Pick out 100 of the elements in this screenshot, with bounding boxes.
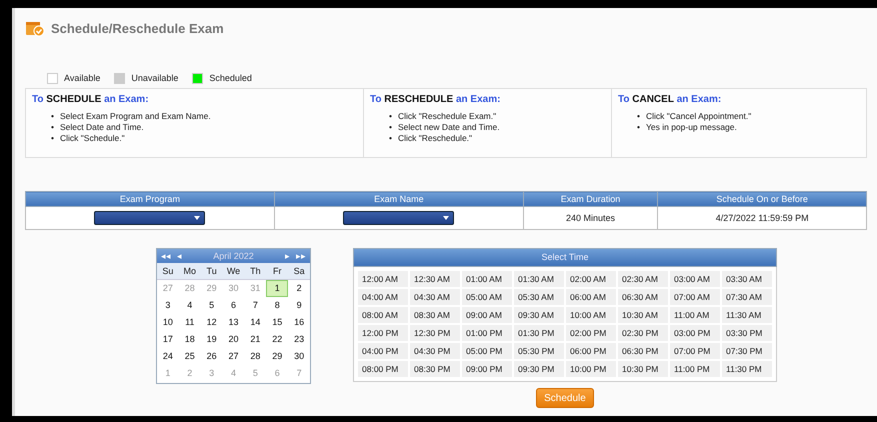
calendar-day[interactable]: 10 xyxy=(157,314,179,331)
calendar-day[interactable]: 27 xyxy=(222,348,244,365)
time-slot[interactable]: 08:00 PM xyxy=(358,361,408,377)
calendar-day[interactable]: 9 xyxy=(288,297,310,314)
time-slot[interactable]: 05:30 PM xyxy=(514,343,564,359)
bullet: • xyxy=(637,122,640,133)
calendar-day[interactable]: 4 xyxy=(178,297,201,314)
calendar-day[interactable]: 3 xyxy=(157,297,179,314)
time-slot[interactable]: 06:30 PM xyxy=(618,343,668,359)
time-slot[interactable]: 04:00 PM xyxy=(358,343,408,359)
calendar-day[interactable]: 2 xyxy=(288,280,310,297)
time-slot[interactable]: 04:30 PM xyxy=(410,343,460,359)
calendar-day[interactable]: 8 xyxy=(266,297,288,314)
time-slot[interactable]: 12:30 AM xyxy=(410,271,460,287)
time-slot[interactable]: 05:30 AM xyxy=(514,289,564,305)
time-slot[interactable]: 06:00 PM xyxy=(566,343,616,359)
time-slot[interactable]: 03:00 PM xyxy=(670,325,720,341)
calendar-day[interactable]: 23 xyxy=(288,331,310,348)
time-slot[interactable]: 08:00 AM xyxy=(358,307,408,323)
weekday-label: Tu xyxy=(200,263,223,280)
time-slot[interactable]: 07:00 AM xyxy=(670,289,720,305)
calendar-day[interactable]: 18 xyxy=(178,331,201,348)
legend-label: Unavailable xyxy=(131,73,178,83)
calendar-day[interactable]: 21 xyxy=(244,331,266,348)
dropdown[interactable] xyxy=(343,211,454,225)
bullet: • xyxy=(51,133,54,144)
bullet: • xyxy=(389,133,392,144)
instruction-step: Select new Date and Time. xyxy=(398,122,500,133)
time-slot[interactable]: 02:00 PM xyxy=(566,325,616,341)
calendar-day[interactable]: 11 xyxy=(178,314,201,331)
instruction-step: Click "Cancel Appointment." xyxy=(646,111,752,122)
time-slot[interactable]: 01:30 AM xyxy=(514,271,564,287)
instruction-step: Select Date and Time. xyxy=(60,122,144,133)
weekday-label: Su xyxy=(157,263,179,280)
time-slot[interactable]: 10:00 PM xyxy=(566,361,616,377)
calendar-day[interactable]: 15 xyxy=(266,314,288,331)
time-slot[interactable]: 10:30 AM xyxy=(618,307,668,323)
calendar-day[interactable]: 14 xyxy=(244,314,266,331)
time-slot[interactable]: 07:30 AM xyxy=(722,289,772,305)
calendar-day[interactable]: 16 xyxy=(288,314,310,331)
time-slot[interactable]: 07:00 PM xyxy=(670,343,720,359)
time-slot[interactable]: 09:30 AM xyxy=(514,307,564,323)
time-slot[interactable]: 01:00 PM xyxy=(462,325,512,341)
calendar-day[interactable]: 28 xyxy=(244,348,266,365)
calendar-day[interactable]: 26 xyxy=(200,348,223,365)
time-slot[interactable]: 07:30 PM xyxy=(722,343,772,359)
calendar-day[interactable]: 24 xyxy=(157,348,179,365)
bullet: • xyxy=(637,111,640,122)
time-slot[interactable]: 12:00 AM xyxy=(358,271,408,287)
calendar-day[interactable]: 1 xyxy=(266,280,288,297)
caret-icon xyxy=(194,216,200,220)
instruction-heading: To RESCHEDULE an Exam: xyxy=(370,94,502,105)
time-slot[interactable]: 08:30 PM xyxy=(410,361,460,377)
time-slot[interactable]: 04:00 AM xyxy=(358,289,408,305)
time-slot[interactable]: 12:30 PM xyxy=(410,325,460,341)
calendar-day[interactable]: 22 xyxy=(266,331,288,348)
time-slot[interactable]: 10:00 AM xyxy=(566,307,616,323)
calendar-day[interactable]: 19 xyxy=(200,331,223,348)
month-title: April 2022 xyxy=(212,251,255,261)
time-slot[interactable]: 03:30 AM xyxy=(722,271,772,287)
column-header: Exam Name xyxy=(274,192,524,206)
calendar-day[interactable]: 17 xyxy=(157,331,179,348)
time-slot[interactable]: 05:00 PM xyxy=(462,343,512,359)
calendar-day[interactable]: 6 xyxy=(222,297,244,314)
time-slot[interactable]: 06:00 AM xyxy=(566,289,616,305)
time-slot[interactable]: 02:30 PM xyxy=(618,325,668,341)
time-slot[interactable]: 08:30 AM xyxy=(410,307,460,323)
time-slot[interactable]: 12:00 PM xyxy=(358,325,408,341)
dropdown[interactable] xyxy=(94,211,206,225)
weekday-label: Mo xyxy=(178,263,201,280)
bullet: • xyxy=(389,122,392,133)
time-slot[interactable]: 06:30 AM xyxy=(618,289,668,305)
time-slot[interactable]: 03:30 PM xyxy=(722,325,772,341)
calendar-day[interactable]: 25 xyxy=(178,348,201,365)
time-slot[interactable]: 11:00 PM xyxy=(670,361,720,377)
calendar-day[interactable]: 7 xyxy=(244,297,266,314)
time-slot[interactable]: 09:00 AM xyxy=(462,307,512,323)
calendar-day[interactable]: 5 xyxy=(200,297,223,314)
bullet: • xyxy=(51,111,54,122)
time-slot[interactable]: 01:00 AM xyxy=(462,271,512,287)
time-slot[interactable]: 05:00 AM xyxy=(462,289,512,305)
table-cell: 4/27/2022 11:59:59 PM xyxy=(658,206,866,230)
calendar-day[interactable]: 29 xyxy=(266,348,288,365)
time-slot[interactable]: 03:00 AM xyxy=(670,271,720,287)
time-slot[interactable]: 04:30 AM xyxy=(410,289,460,305)
calendar-day[interactable]: 12 xyxy=(200,314,223,331)
calendar-day[interactable]: 13 xyxy=(222,314,244,331)
instruction-step: Click "Reschedule Exam." xyxy=(398,111,496,122)
caret-icon xyxy=(443,216,450,220)
calendar-day[interactable]: 20 xyxy=(222,331,244,348)
time-slot[interactable]: 11:00 AM xyxy=(670,307,720,323)
time-slot[interactable]: 02:30 AM xyxy=(618,271,668,287)
time-slot[interactable]: 09:00 PM xyxy=(462,361,512,377)
time-slot[interactable]: 11:30 AM xyxy=(722,307,772,323)
time-slot[interactable]: 02:00 AM xyxy=(566,271,616,287)
time-slot[interactable]: 01:30 PM xyxy=(514,325,564,341)
time-slot[interactable]: 09:30 PM xyxy=(514,361,564,377)
calendar-day[interactable]: 30 xyxy=(288,348,310,365)
time-slot[interactable]: 10:30 PM xyxy=(618,361,668,377)
time-slot[interactable]: 11:30 PM xyxy=(722,361,772,377)
